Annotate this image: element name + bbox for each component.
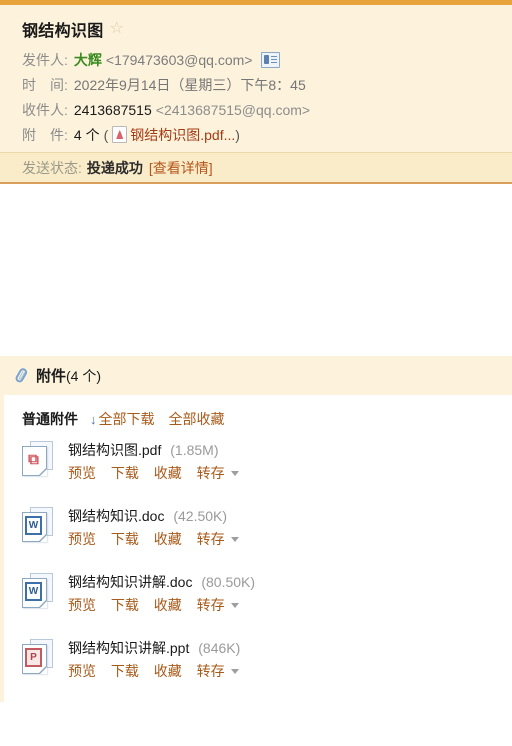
favorite-link[interactable]: 收藏 bbox=[154, 465, 182, 481]
sender-label: 发件人: bbox=[22, 51, 68, 68]
paperclip-icon bbox=[11, 365, 32, 386]
preview-link[interactable]: 预览 bbox=[68, 465, 96, 481]
attachment-size: (42.50K) bbox=[173, 508, 228, 524]
download-all-button[interactable]: 全部下载 bbox=[99, 409, 155, 429]
contact-card-icon[interactable] bbox=[261, 51, 281, 68]
file-meta: 钢结构知识讲解.doc (80.50K) 预览 下载 收藏 转存 bbox=[68, 569, 255, 617]
attachment-name[interactable]: 钢结构知识讲解.doc bbox=[68, 574, 192, 590]
attachments-panel: 普通附件 ↓ 全部下载 全部收藏 ⧉ 钢结构识图.pdf (1.85M) 预览 bbox=[0, 395, 512, 702]
preview-link[interactable]: 预览 bbox=[68, 597, 96, 613]
mail-meta-list: 发件人: 大辉 <179473603@qq.com> 时 间: 2022年9月1… bbox=[0, 47, 512, 152]
save-to-link[interactable]: 转存 bbox=[197, 465, 225, 481]
file-actions: 预览 下载 收藏 转存 bbox=[68, 527, 239, 551]
attachment-name[interactable]: 钢结构知识.doc bbox=[68, 508, 164, 524]
time-row: 时 间: 2022年9月14日（星期三）下午8：45 bbox=[22, 72, 512, 97]
file-name-row: 钢结构知识讲解.ppt (846K) bbox=[68, 637, 240, 659]
preview-link[interactable]: 预览 bbox=[68, 531, 96, 547]
attachments-toolbar: 普通附件 ↓ 全部下载 全部收藏 bbox=[4, 395, 512, 437]
file-actions: 预览 下载 收藏 转存 bbox=[68, 659, 240, 683]
save-to-link[interactable]: 转存 bbox=[197, 531, 225, 547]
preview-link[interactable]: 预览 bbox=[68, 663, 96, 679]
file-meta: 钢结构知识讲解.ppt (846K) 预览 下载 收藏 转存 bbox=[68, 635, 240, 683]
subject-row: 钢结构识图 ☆ bbox=[0, 15, 512, 47]
star-icon[interactable]: ☆ bbox=[110, 21, 124, 37]
pdf-badge: ⧉ bbox=[28, 451, 39, 468]
sender-row: 发件人: 大辉 <179473603@qq.com> bbox=[22, 47, 512, 72]
download-link[interactable]: 下载 bbox=[111, 663, 139, 679]
pdf-file-icon: ⧉ bbox=[22, 441, 53, 476]
send-status-value: 投递成功 bbox=[86, 159, 143, 176]
save-to-link[interactable]: 转存 bbox=[197, 597, 225, 613]
list-item: W 钢结构知识讲解.doc (80.50K) 预览 下载 收藏 转存 bbox=[22, 569, 512, 635]
file-icon-wrap: W bbox=[22, 569, 68, 608]
attachment-size: (1.85M) bbox=[170, 442, 219, 458]
attachments-count: (4 个) bbox=[66, 367, 102, 384]
word-badge: W bbox=[25, 582, 42, 601]
favorite-link[interactable]: 收藏 bbox=[154, 531, 182, 547]
recipient-label: 收件人: bbox=[22, 101, 68, 118]
attachment-label: 附 件: bbox=[22, 126, 68, 143]
file-name-row: 钢结构知识.doc (42.50K) bbox=[68, 505, 239, 527]
file-actions: 预览 下载 收藏 转存 bbox=[68, 593, 255, 617]
recipient-name[interactable]: 2413687515 bbox=[74, 102, 152, 118]
file-name-row: 钢结构识图.pdf (1.85M) bbox=[68, 439, 239, 461]
save-to-link[interactable]: 转存 bbox=[197, 663, 225, 679]
attachment-name[interactable]: 钢结构识图.pdf bbox=[68, 442, 161, 458]
page-title: 钢结构识图 bbox=[22, 23, 104, 40]
word-badge: W bbox=[25, 516, 42, 535]
attachment-summary-row: 附 件: 4 个 ( 钢结构识图.pdf... ) bbox=[22, 122, 512, 147]
sender-name[interactable]: 大辉 bbox=[74, 50, 102, 70]
favorite-link[interactable]: 收藏 bbox=[154, 597, 182, 613]
doc-file-icon: W bbox=[22, 507, 53, 542]
send-status-label: 发送状态: bbox=[22, 159, 82, 176]
mail-header: 钢结构识图 ☆ 发件人: 大辉 <179473603@qq.com> 时 间: … bbox=[0, 5, 512, 184]
list-item: P 钢结构知识讲解.ppt (846K) 预览 下载 收藏 转存 bbox=[22, 635, 512, 701]
attachments-title: 附件 bbox=[36, 368, 67, 385]
chevron-down-icon[interactable] bbox=[230, 603, 239, 608]
attachment-name[interactable]: 钢结构知识讲解.ppt bbox=[68, 640, 189, 656]
file-meta: 钢结构知识.doc (42.50K) 预览 下载 收藏 转存 bbox=[68, 503, 239, 551]
view-details-link[interactable]: [查看详情] bbox=[149, 158, 213, 178]
attachment-size: (80.50K) bbox=[201, 574, 256, 590]
pdf-file-icon bbox=[112, 126, 128, 143]
list-item: W 钢结构知识.doc (42.50K) 预览 下载 收藏 转存 bbox=[22, 503, 512, 569]
recipient-row: 收件人: 2413687515 <2413687515@qq.com> bbox=[22, 97, 512, 122]
attachment-size: (846K) bbox=[198, 640, 241, 656]
attachment-count: 4 个 bbox=[73, 126, 100, 143]
favorite-link[interactable]: 收藏 bbox=[154, 663, 182, 679]
ppt-file-icon: P bbox=[22, 639, 53, 674]
chevron-down-icon[interactable] bbox=[230, 669, 239, 674]
download-link[interactable]: 下载 bbox=[111, 597, 139, 613]
download-link[interactable]: 下载 bbox=[111, 531, 139, 547]
send-status-bar: 发送状态: 投递成功 [查看详情] bbox=[0, 152, 512, 182]
favorite-all-button[interactable]: 全部收藏 bbox=[169, 409, 225, 429]
doc-file-icon: W bbox=[22, 573, 53, 608]
file-icon-wrap: P bbox=[22, 635, 68, 674]
mail-body-content bbox=[0, 184, 512, 356]
attachments-section-header: 附件 (4 个) bbox=[0, 356, 512, 395]
chevron-down-icon[interactable] bbox=[230, 537, 239, 542]
download-arrow-icon: ↓ bbox=[90, 411, 97, 427]
file-icon-wrap: ⧉ bbox=[22, 437, 68, 476]
powerpoint-badge: P bbox=[25, 648, 42, 667]
attachment-list: ⧉ 钢结构识图.pdf (1.85M) 预览 下载 收藏 转存 W 钢结构知识.… bbox=[4, 437, 512, 701]
chevron-down-icon[interactable] bbox=[230, 471, 239, 476]
download-link[interactable]: 下载 bbox=[111, 465, 139, 481]
list-item: ⧉ 钢结构识图.pdf (1.85M) 预览 下载 收藏 转存 bbox=[22, 437, 512, 503]
attachment-first-name[interactable]: 钢结构识图.pdf... bbox=[130, 125, 235, 145]
recipient-email[interactable]: <2413687515@qq.com> bbox=[156, 102, 310, 118]
file-name-row: 钢结构知识讲解.doc (80.50K) bbox=[68, 571, 255, 593]
sender-email[interactable]: <179473603@qq.com> bbox=[106, 52, 253, 68]
time-label: 时 间: bbox=[22, 76, 68, 93]
attachment-close-paren: ) bbox=[235, 126, 240, 143]
file-icon-wrap: W bbox=[22, 503, 68, 542]
time-value: 2022年9月14日（星期三）下午8：45 bbox=[73, 76, 306, 93]
attachment-group-title: 普通附件 bbox=[22, 411, 78, 427]
file-actions: 预览 下载 收藏 转存 bbox=[68, 461, 239, 485]
file-meta: 钢结构识图.pdf (1.85M) 预览 下载 收藏 转存 bbox=[68, 437, 239, 485]
attachment-open-paren: ( bbox=[103, 126, 109, 143]
